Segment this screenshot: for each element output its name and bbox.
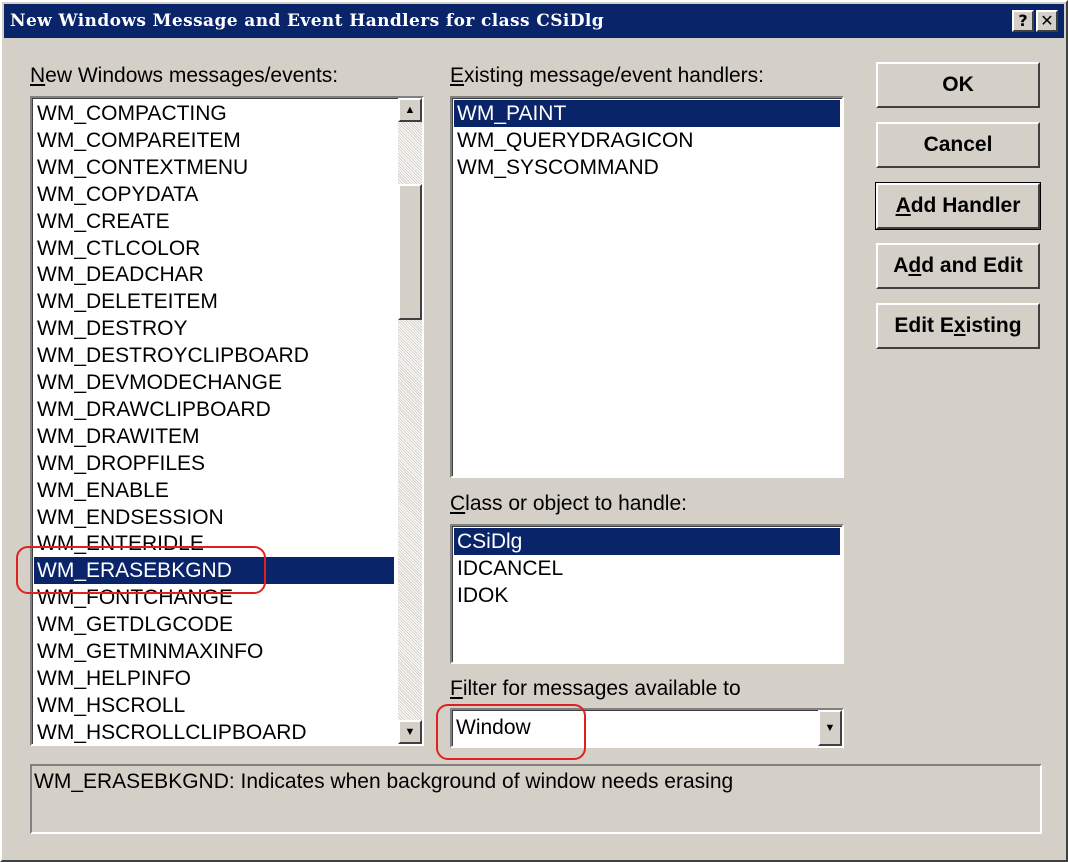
filter-dropdown-button[interactable]: ▼: [818, 710, 842, 746]
scroll-thumb[interactable]: [398, 184, 422, 320]
filter-combobox[interactable]: Window ▼: [450, 708, 844, 748]
add-and-edit-button-label: Add and Edit: [893, 254, 1023, 277]
message-list-item[interactable]: WM_FONTCHANGE: [34, 584, 394, 611]
message-list-item[interactable]: WM_COMPAREITEM: [34, 127, 394, 154]
ok-button-label: OK: [942, 73, 974, 96]
message-list-item[interactable]: WM_CTLCOLOR: [34, 235, 394, 262]
message-list-item[interactable]: WM_DROPFILES: [34, 450, 394, 477]
messages-scrollbar[interactable]: ▲ ▼: [398, 98, 422, 744]
description-box: WM_ERASEBKGND: Indicates when background…: [30, 764, 1042, 834]
message-list-item[interactable]: WM_COMPACTING: [34, 100, 394, 127]
class-list-item[interactable]: CSiDlg: [454, 528, 840, 555]
message-list-item[interactable]: WM_HELPINFO: [34, 665, 394, 692]
message-list-item[interactable]: WM_HSCROLL: [34, 692, 394, 719]
chevron-down-icon: ▼: [824, 722, 836, 734]
message-list-item[interactable]: WM_DRAWCLIPBOARD: [34, 396, 394, 423]
message-list-item[interactable]: WM_DELETEITEM: [34, 288, 394, 315]
messages-list-label: New Windows messages/events:: [30, 64, 339, 87]
handler-list-item[interactable]: WM_SYSCOMMAND: [454, 154, 840, 181]
dialog-window: New Windows Message and Event Handlers f…: [0, 0, 1068, 862]
class-listbox[interactable]: CSiDlg IDCANCEL IDOK: [450, 524, 844, 664]
class-list-item[interactable]: IDCANCEL: [454, 555, 840, 582]
class-list-label: Class or object to handle:: [450, 492, 687, 515]
window-title: New Windows Message and Event Handlers f…: [10, 11, 605, 31]
existing-handlers-listbox[interactable]: WM_PAINT WM_QUERYDRAGICON WM_SYSCOMMAND: [450, 96, 844, 478]
messages-listbox[interactable]: WM_COMPACTING WM_COMPAREITEM WM_CONTEXTMEN…: [30, 96, 424, 746]
message-list-item[interactable]: WM_HSCROLLCLIPBOARD: [34, 719, 394, 746]
scroll-up-button[interactable]: ▲: [398, 98, 422, 122]
existing-handlers-label: Existing message/event handlers:: [450, 64, 765, 87]
scroll-up-icon: ▲: [404, 103, 416, 116]
cancel-button[interactable]: Cancel: [876, 122, 1040, 168]
message-list-item[interactable]: WM_ENDSESSION: [34, 504, 394, 531]
class-list-item[interactable]: IDOK: [454, 582, 840, 609]
close-button[interactable]: ✕: [1036, 10, 1058, 32]
message-list-item[interactable]: WM_DEADCHAR: [34, 261, 394, 288]
title-bar[interactable]: New Windows Message and Event Handlers f…: [4, 4, 1064, 38]
ok-button[interactable]: OK: [876, 62, 1040, 108]
message-list-item[interactable]: WM_CREATE: [34, 208, 394, 235]
message-list-item[interactable]: WM_DESTROYCLIPBOARD: [34, 342, 394, 369]
cancel-button-label: Cancel: [923, 133, 993, 156]
message-list-item[interactable]: WM_DESTROY: [34, 315, 394, 342]
add-and-edit-button[interactable]: Add and Edit: [876, 243, 1040, 289]
help-button[interactable]: ?: [1012, 10, 1034, 32]
message-list-item[interactable]: WM_DRAWITEM: [34, 423, 394, 450]
message-list-item[interactable]: WM_CONTEXTMENU: [34, 154, 394, 181]
message-list-item[interactable]: WM_GETDLGCODE: [34, 611, 394, 638]
filter-label: Filter for messages available to: [450, 677, 741, 700]
message-list-item[interactable]: WM_COPYDATA: [34, 181, 394, 208]
message-list-item[interactable]: WM_ENABLE: [34, 477, 394, 504]
edit-existing-button[interactable]: Edit Existing: [876, 303, 1040, 349]
message-list-item[interactable]: WM_ERASEBKGND: [34, 557, 394, 585]
handler-list-item[interactable]: WM_QUERYDRAGICON: [454, 127, 840, 154]
message-list-item[interactable]: WM_DEVMODECHANGE: [34, 369, 394, 396]
help-icon: ?: [1018, 11, 1028, 30]
scroll-down-icon: ▼: [404, 725, 416, 738]
message-list-item[interactable]: WM_GETMINMAXINFO: [34, 638, 394, 665]
filter-value: Window: [456, 716, 531, 739]
close-icon: ✕: [1040, 11, 1054, 30]
add-handler-button-label: Add Handler: [895, 194, 1021, 217]
description-text: WM_ERASEBKGND: Indicates when background…: [34, 770, 734, 793]
add-handler-button[interactable]: Add Handler: [875, 182, 1041, 230]
edit-existing-button-label: Edit Existing: [894, 314, 1022, 337]
scroll-down-button[interactable]: ▼: [398, 720, 422, 744]
handler-list-item[interactable]: WM_PAINT: [454, 100, 840, 127]
message-list-item[interactable]: WM_ENTERIDLE: [34, 530, 394, 557]
